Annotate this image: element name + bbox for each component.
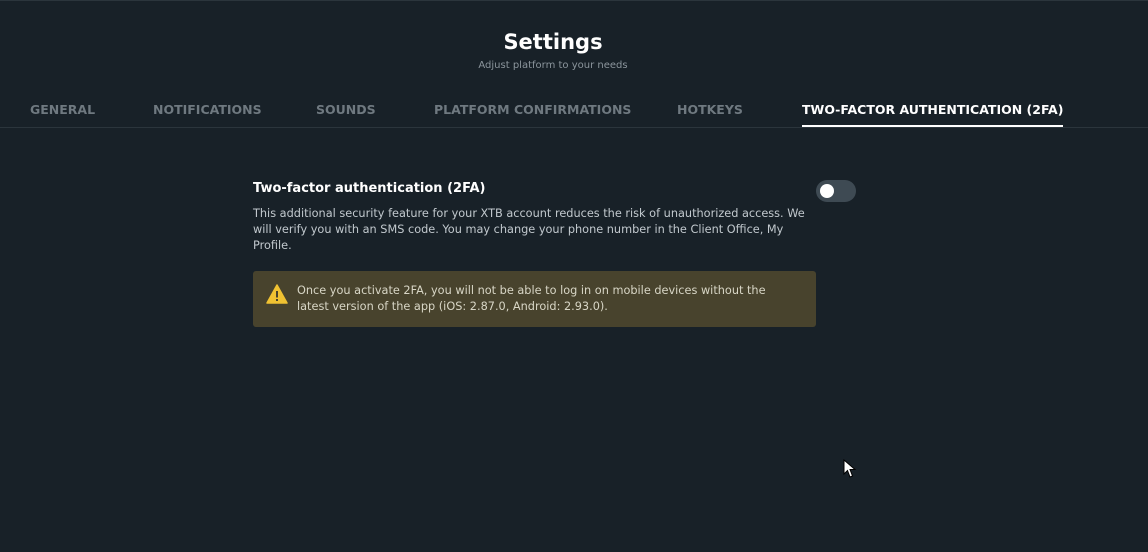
settings-tabs: GENERAL NOTIFICATIONS SOUNDS PLATFORM CO… (0, 100, 1148, 128)
two-factor-toggle[interactable] (816, 180, 856, 202)
page-title: Settings (503, 30, 603, 54)
warning-triangle-icon (266, 284, 288, 304)
warning-text: Once you activate 2FA, you will not be a… (297, 284, 766, 313)
tab-two-factor-authentication[interactable]: TWO-FACTOR AUTHENTICATION (2FA) (802, 102, 1064, 127)
page-header: Settings Adjust platform to your needs (0, 28, 1106, 73)
toggle-knob (820, 184, 834, 198)
tab-sounds[interactable]: SOUNDS (316, 102, 376, 118)
tab-notifications[interactable]: NOTIFICATIONS (153, 102, 262, 118)
warning-banner: Once you activate 2FA, you will not be a… (253, 271, 816, 327)
tab-platform-confirmations[interactable]: PLATFORM CONFIRMATIONS (434, 102, 631, 118)
mouse-cursor-icon (843, 459, 857, 478)
page-subtitle: Adjust platform to your needs (478, 60, 628, 71)
two-factor-description: This additional security feature for you… (253, 207, 805, 252)
two-factor-title: Two-factor authentication (2FA) (253, 181, 486, 196)
tab-general[interactable]: GENERAL (30, 102, 95, 118)
tab-hotkeys[interactable]: HOTKEYS (677, 102, 743, 118)
top-border (0, 0, 1148, 1)
